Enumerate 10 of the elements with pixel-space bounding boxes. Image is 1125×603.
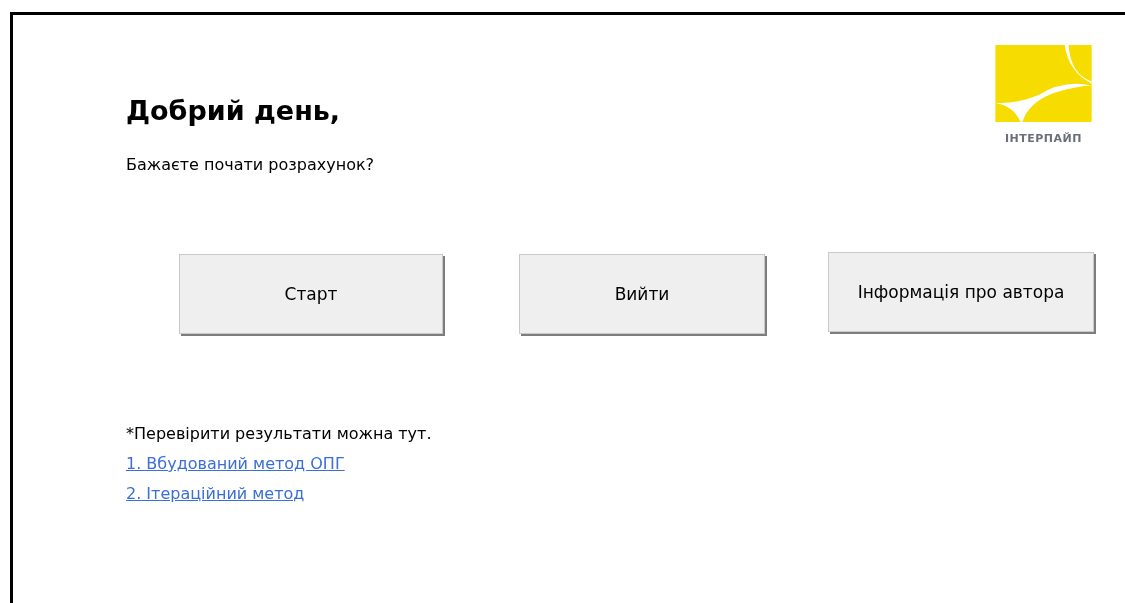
action-button[interactable]: Старт xyxy=(179,254,443,334)
action-button[interactable]: Вийти xyxy=(519,254,765,334)
note-text: *Перевірити результати можна тут. xyxy=(126,424,433,443)
prompt-text: Бажаєте почати розрахунок? xyxy=(126,155,376,174)
result-link[interactable]: 2. Ітераційний метод xyxy=(126,484,305,503)
logo-text: ІНТЕРПАЙП xyxy=(1005,132,1082,145)
greeting-heading: Добрий день, xyxy=(126,94,341,128)
result-link[interactable]: 1. Вбудований метод ОПГ xyxy=(126,454,345,473)
logo-icon xyxy=(995,45,1092,122)
action-button[interactable]: Інформація про автора xyxy=(828,252,1094,332)
